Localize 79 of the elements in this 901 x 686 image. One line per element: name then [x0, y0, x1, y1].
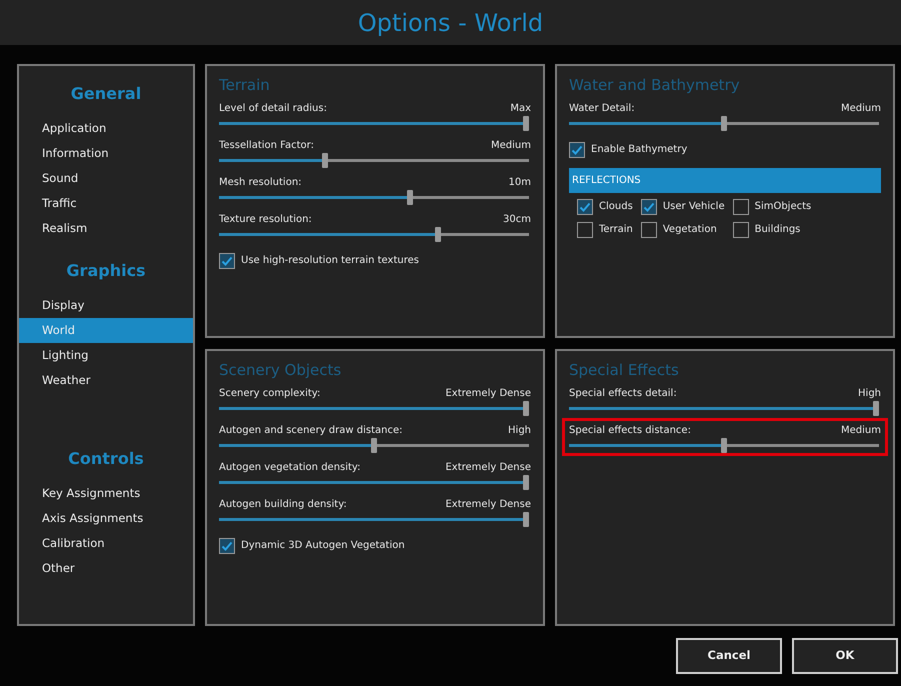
slider-label: Autogen building density:: [219, 498, 347, 512]
slider-label: Special effects detail:: [569, 386, 677, 400]
slider-value: Medium: [841, 424, 881, 438]
checkmark-icon: [579, 200, 591, 212]
slider-value: High: [858, 386, 881, 400]
checkbox[interactable]: [732, 198, 749, 214]
panel-title: Scenery Objects: [219, 360, 342, 381]
group-heading: Graphics: [65, 260, 147, 282]
sidebar-item[interactable]: Calibration: [19, 531, 193, 556]
checkmark-icon: [642, 200, 655, 212]
panel-title: Terrain: [219, 75, 271, 96]
slider-label: Scenery complexity:: [219, 386, 320, 400]
checkbox-label[interactable]: User Vehicle: [662, 199, 725, 214]
group-heading: General: [70, 83, 142, 105]
sidebar-item[interactable]: Lighting: [19, 343, 193, 368]
checkbox[interactable]: [640, 222, 657, 238]
slider-thumb[interactable]: [873, 400, 879, 416]
checkbox-label[interactable]: Use high-resolution terrain textures: [241, 253, 419, 268]
checkbox[interactable]: [732, 222, 749, 238]
checkbox-label[interactable]: Vegetation: [662, 222, 717, 237]
slider-label: Autogen vegetation density:: [219, 460, 360, 474]
checkbox-label[interactable]: Enable Bathymetry: [591, 142, 688, 157]
sidebar-item[interactable]: Display: [19, 293, 193, 318]
slider-label: Mesh resolution:: [219, 176, 302, 190]
slider-thumb[interactable]: [434, 226, 441, 242]
sidebar-item[interactable]: Key Assignments: [19, 481, 193, 506]
slider-thumb[interactable]: [721, 438, 727, 452]
checkmark-icon: [221, 254, 233, 266]
slider-value: Medium: [491, 138, 531, 152]
checkbox[interactable]: [219, 538, 235, 554]
panel-title: Water and Bathymetry: [569, 75, 741, 96]
sidebar-item[interactable]: Traffic: [19, 191, 193, 216]
checkbox-label[interactable]: Terrain: [599, 222, 633, 237]
slider-label: Level of detail radius:: [219, 102, 327, 116]
slider-value: Extremely Dense: [445, 386, 531, 400]
slider-thumb[interactable]: [371, 438, 377, 452]
slider-thumb[interactable]: [322, 152, 328, 168]
checkbox[interactable]: [219, 252, 235, 268]
slider-value: Medium: [841, 102, 881, 116]
checkbox[interactable]: [577, 198, 593, 214]
slider-value: Extremely Dense: [445, 498, 531, 512]
slider-value: 30cm: [503, 212, 531, 226]
sidebar-item[interactable]: Information: [19, 141, 193, 166]
section-header: REFLECTIONS: [569, 168, 881, 192]
sidebar-item[interactable]: Application: [19, 116, 193, 141]
slider-label: Texture resolution:: [219, 212, 312, 226]
window-title: Options - World: [358, 8, 544, 38]
checkbox-label[interactable]: SimObjects: [754, 199, 812, 214]
checkbox-label[interactable]: Buildings: [754, 222, 800, 237]
dialog-button[interactable]: Cancel: [676, 638, 782, 674]
slider-value: 10m: [508, 176, 531, 190]
slider-value: Max: [510, 102, 531, 116]
slider-value: Extremely Dense: [445, 460, 531, 474]
slider-label: Special effects distance:: [569, 424, 691, 438]
checkmark-icon: [571, 144, 583, 156]
slider-thumb[interactable]: [523, 474, 529, 490]
sidebar-item[interactable]: Sound: [19, 166, 193, 191]
sidebar-item[interactable]: Other: [19, 556, 193, 581]
slider-value: High: [508, 424, 531, 438]
panel-title: Special Effects: [569, 360, 680, 381]
checkbox[interactable]: [640, 198, 657, 214]
group-heading: Controls: [67, 448, 145, 470]
slider-label: Tessellation Factor:: [219, 138, 314, 152]
slider-thumb[interactable]: [407, 190, 414, 204]
slider-thumb[interactable]: [523, 116, 529, 130]
dialog-button[interactable]: OK: [792, 638, 898, 674]
checkbox-label[interactable]: Clouds: [599, 199, 633, 214]
checkmark-icon: [221, 540, 233, 552]
sidebar-item[interactable]: Realism: [19, 216, 193, 241]
checkbox[interactable]: [577, 222, 593, 238]
checkbox[interactable]: [569, 142, 585, 158]
slider-thumb[interactable]: [523, 512, 529, 526]
checkbox-label[interactable]: Dynamic 3D Autogen Vegetation: [241, 538, 405, 553]
slider-label: Autogen and scenery draw distance:: [219, 424, 402, 438]
slider-thumb[interactable]: [721, 116, 727, 130]
slider-label: Water Detail:: [569, 102, 635, 116]
sidebar-item[interactable]: Weather: [19, 368, 193, 393]
slider-thumb[interactable]: [523, 400, 529, 416]
sidebar-item[interactable]: Axis Assignments: [19, 506, 193, 531]
